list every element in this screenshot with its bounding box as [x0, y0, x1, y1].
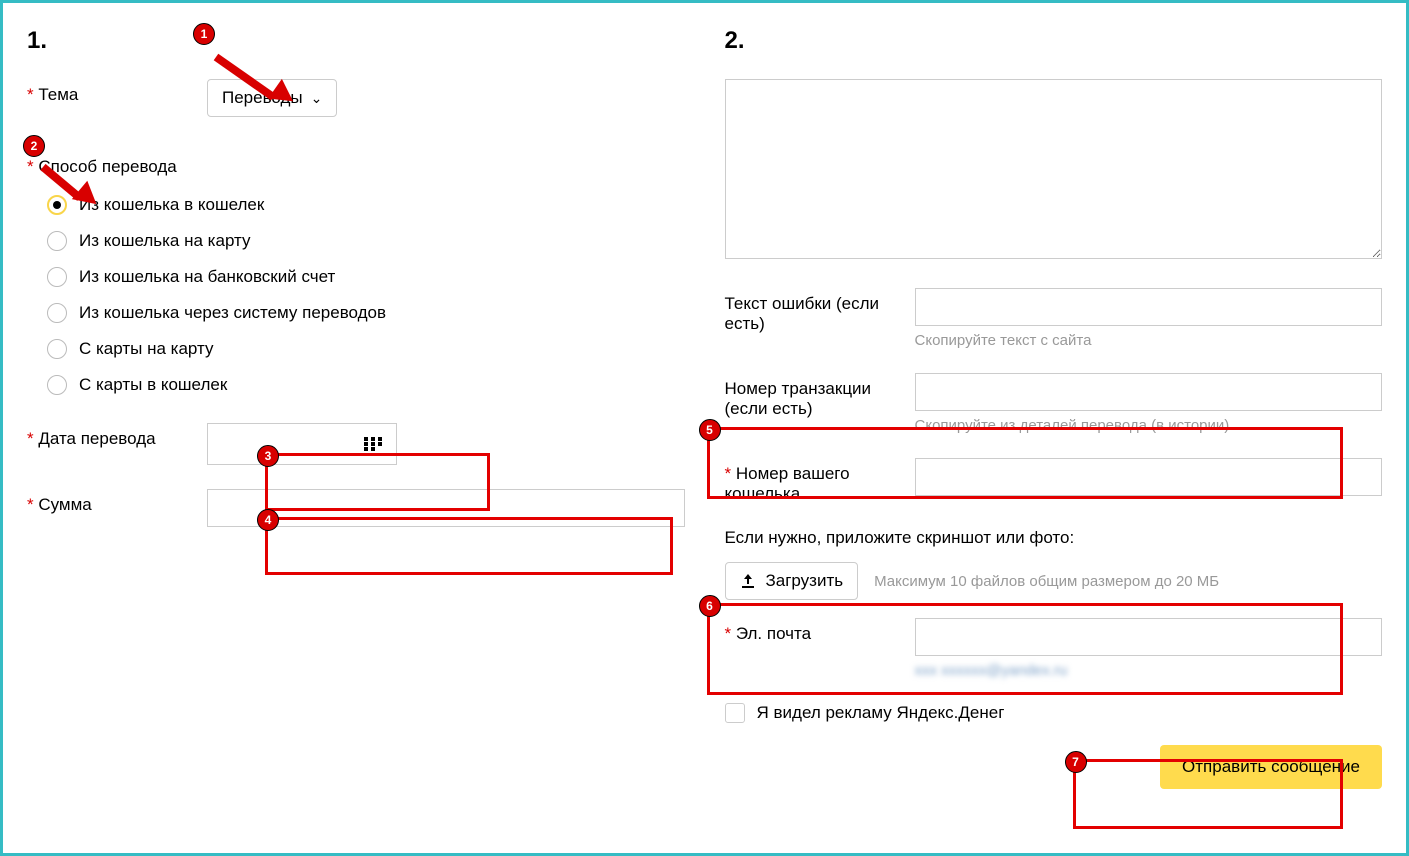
wallet-label: Номер вашего кошелька [725, 458, 915, 504]
txn-input[interactable] [915, 373, 1383, 411]
section-2-number: 2. [725, 27, 1383, 55]
date-label: Дата перевода [27, 423, 207, 449]
app-frame: 1. Тема Переводы ⌄ Способ перевода Из ко… [0, 0, 1409, 856]
method-option-label: Из кошелька через систему переводов [79, 303, 386, 323]
annotation-badge-5: 5 [699, 419, 721, 441]
method-option-label: Из кошелька в кошелек [79, 195, 264, 215]
method-option-label: Из кошелька на карту [79, 231, 251, 251]
method-option-label: С карты в кошелек [79, 375, 227, 395]
email-input[interactable] [915, 618, 1383, 656]
upload-hint: Максимум 10 файлов общим размером до 20 … [874, 573, 1219, 590]
txn-hint: Скопируйте из деталей перевода (в истори… [915, 417, 1383, 434]
date-input[interactable] [207, 423, 397, 465]
sum-label: Сумма [27, 489, 207, 515]
method-option-4[interactable]: С карты на карту [47, 339, 685, 359]
submit-button[interactable]: Отправить сообщение [1160, 745, 1382, 789]
message-textarea[interactable] [725, 79, 1383, 259]
ad-checkbox-label: Я видел рекламу Яндекс.Денег [757, 703, 1005, 723]
annotation-badge-6: 6 [699, 595, 721, 617]
error-hint: Скопируйте текст с сайта [915, 332, 1383, 349]
radio-icon [47, 231, 67, 251]
annotation-badge-7: 7 [1065, 751, 1087, 773]
radio-icon [47, 303, 67, 323]
upload-icon [740, 573, 756, 589]
method-option-3[interactable]: Из кошелька через систему переводов [47, 303, 685, 323]
method-option-1[interactable]: Из кошелька на карту [47, 231, 685, 251]
submit-button-label: Отправить сообщение [1182, 757, 1360, 776]
email-hint: xxx xxxxxx@yandex.ru [915, 662, 1383, 679]
method-radio-group: Из кошелька в кошелек Из кошелька на кар… [47, 195, 685, 395]
radio-icon [47, 195, 67, 215]
annotation-badge-3: 3 [257, 445, 279, 467]
calendar-icon [364, 437, 382, 451]
annotation-badge-2: 2 [23, 135, 45, 157]
method-option-2[interactable]: Из кошелька на банковский счет [47, 267, 685, 287]
left-column: 1. Тема Переводы ⌄ Способ перевода Из ко… [27, 27, 685, 789]
email-label: Эл. почта [725, 618, 915, 644]
annotation-badge-1: 1 [193, 23, 215, 45]
ad-checkbox[interactable] [725, 703, 745, 723]
upload-button[interactable]: Загрузить [725, 562, 859, 600]
section-1-number: 1. [27, 27, 685, 55]
radio-icon [47, 339, 67, 359]
annotation-badge-4: 4 [257, 509, 279, 531]
wallet-input[interactable] [915, 458, 1383, 496]
upload-button-label: Загрузить [766, 571, 844, 591]
error-label: Текст ошибки (если есть) [725, 288, 915, 334]
radio-icon [47, 267, 67, 287]
chevron-down-icon: ⌄ [311, 90, 323, 107]
right-column: 2. Текст ошибки (если есть) Скопируйте т… [725, 27, 1383, 789]
upload-heading: Если нужно, приложите скриншот или фото: [725, 528, 1383, 548]
method-option-label: С карты на карту [79, 339, 213, 359]
method-option-label: Из кошелька на банковский счет [79, 267, 335, 287]
radio-icon [47, 375, 67, 395]
error-input[interactable] [915, 288, 1383, 326]
method-option-0[interactable]: Из кошелька в кошелек [47, 195, 685, 215]
method-option-5[interactable]: С карты в кошелек [47, 375, 685, 395]
method-label: Способ перевода [27, 151, 685, 177]
theme-label: Тема [27, 79, 207, 105]
txn-label: Номер транзакции (если есть) [725, 373, 915, 419]
